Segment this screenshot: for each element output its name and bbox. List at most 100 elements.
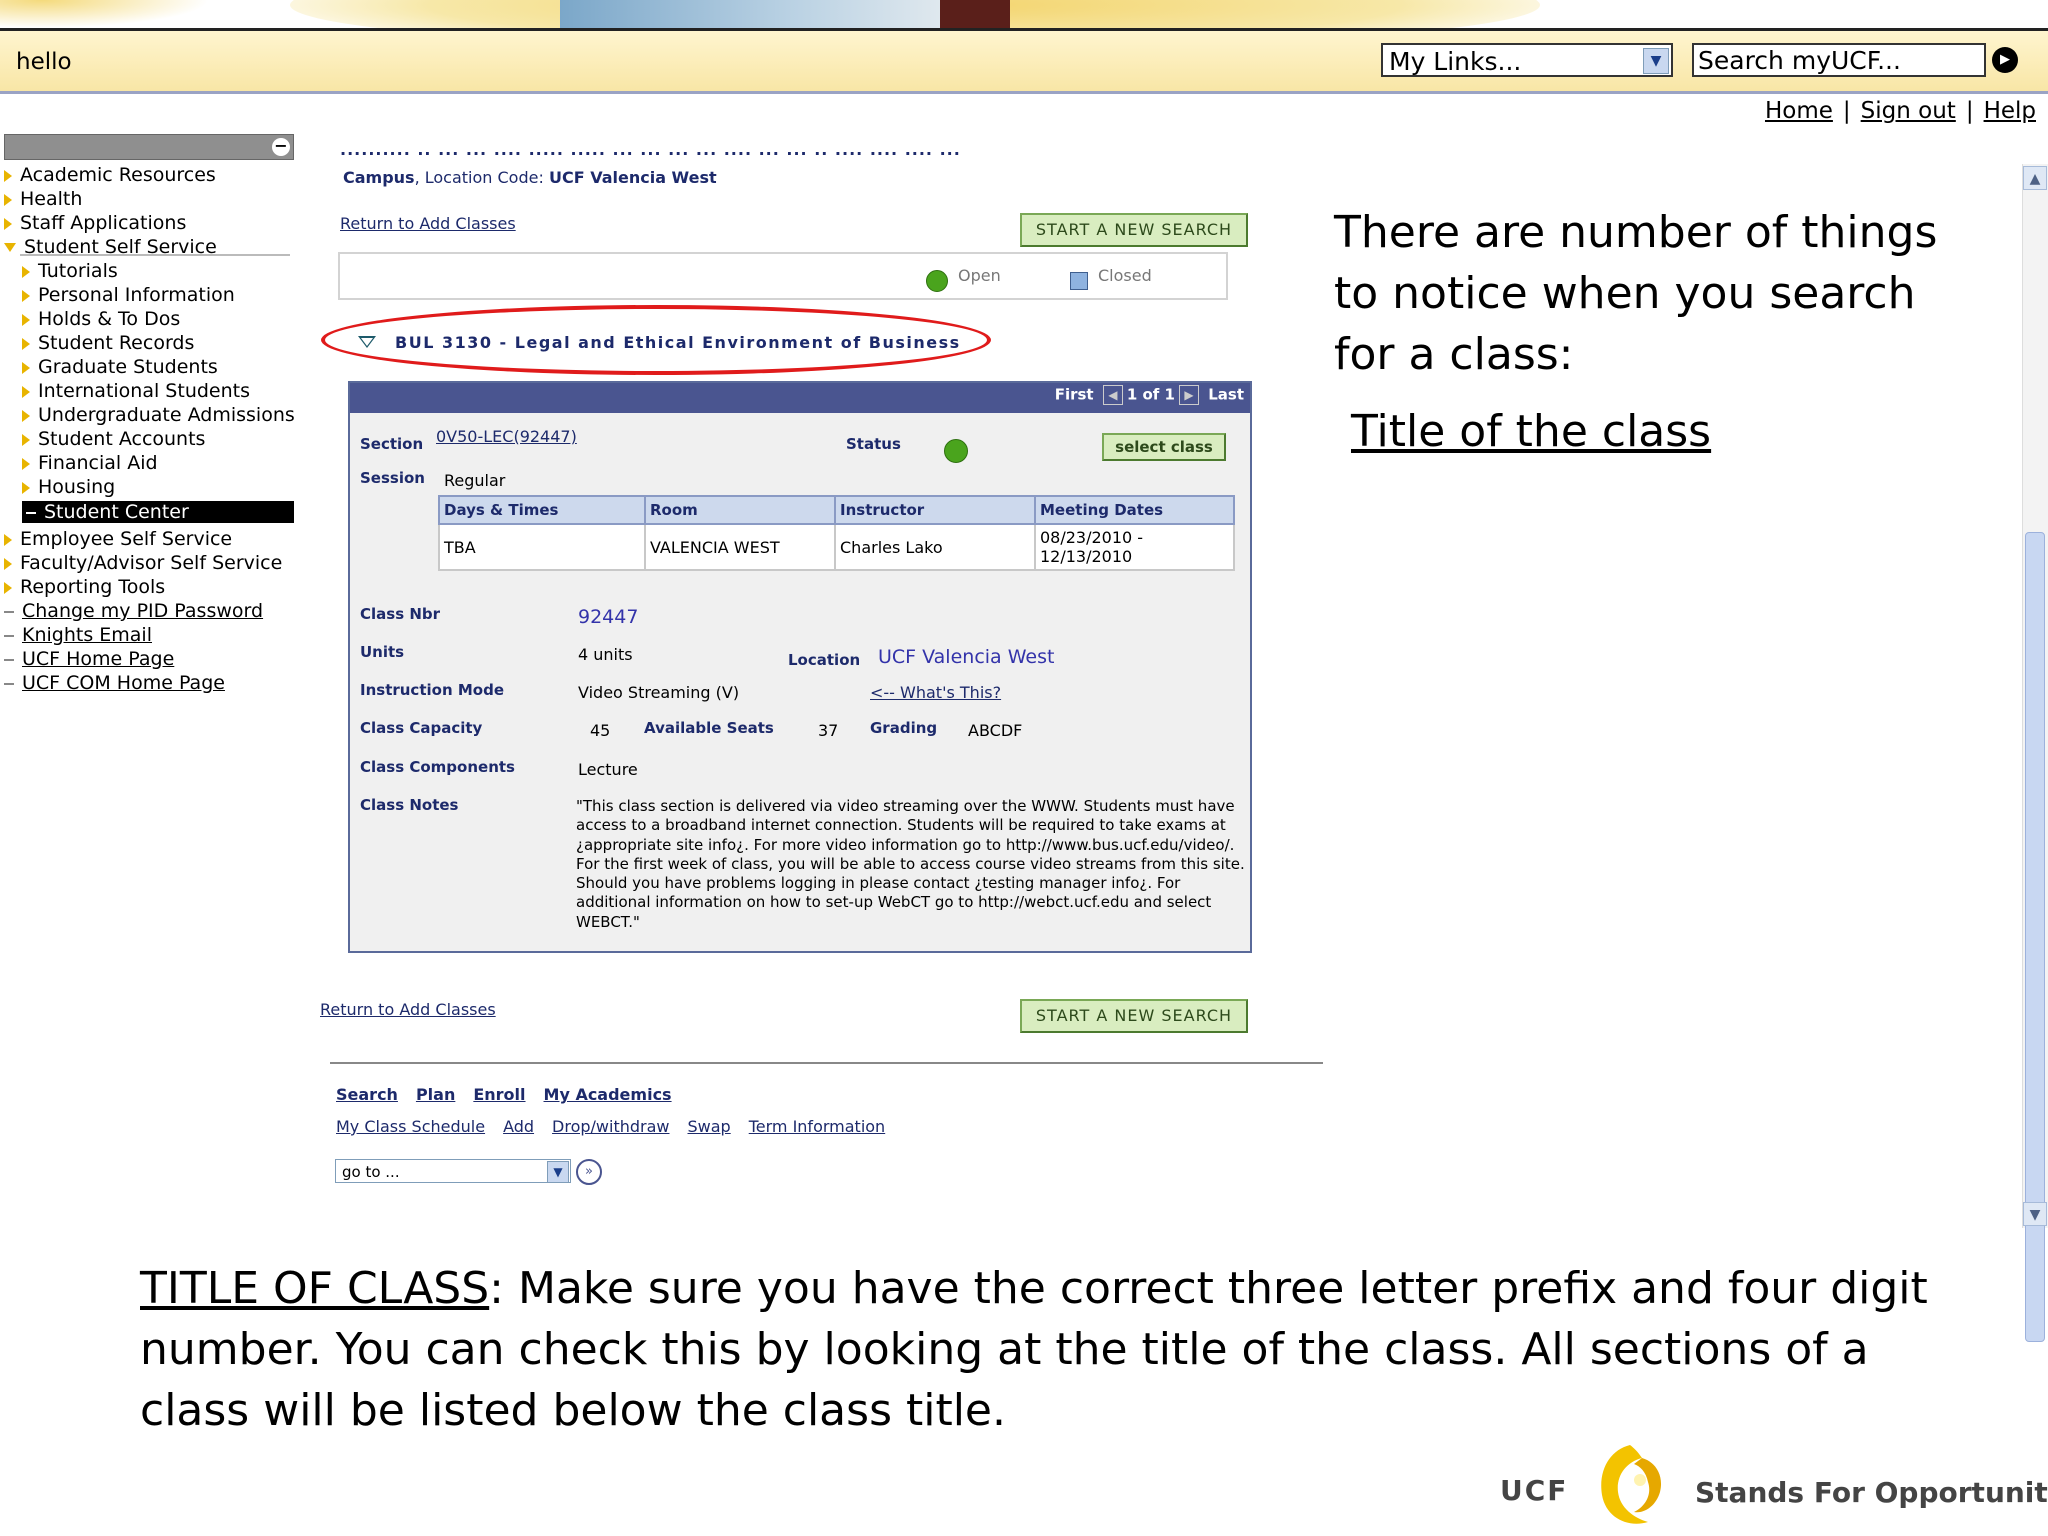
sidebar-item-label: Graduate Students <box>38 356 218 378</box>
dash-icon <box>4 634 14 637</box>
greeting: hello <box>16 49 72 75</box>
last-link[interactable]: Last <box>1208 386 1244 404</box>
dash-icon <box>4 682 14 685</box>
whats-this-link[interactable]: <-- What's This? <box>870 683 1001 702</box>
collapse-triangle-icon[interactable] <box>358 336 376 348</box>
annotation-title: Title of the class <box>1351 406 1712 457</box>
nav-drop-withdraw[interactable]: Drop/withdraw <box>552 1117 669 1136</box>
return-to-add-classes-link-bottom[interactable]: Return to Add Classes <box>320 1000 496 1019</box>
bullet-triangle-icon <box>22 265 30 278</box>
select-class-button[interactable]: select class <box>1102 433 1226 461</box>
sidebar-item[interactable]: Faculty/Advisor Self Service <box>4 552 282 574</box>
sidebar-item[interactable]: Personal Information <box>22 284 235 306</box>
sidebar-item[interactable]: Housing <box>22 476 115 498</box>
sidebar-item[interactable]: Student Center <box>22 501 294 523</box>
sidebar-item[interactable]: Academic Resources <box>4 164 216 186</box>
prev-icon[interactable]: ◀ <box>1102 385 1123 405</box>
bullet-triangle-icon <box>22 313 30 326</box>
next-icon[interactable]: ▶ <box>1178 385 1199 405</box>
bullet-triangle-icon <box>4 193 12 206</box>
chevron-down-icon[interactable]: ▼ <box>547 1161 569 1183</box>
sidebar-item-label: Holds & To Dos <box>38 308 181 330</box>
sidebar-item[interactable]: Student Accounts <box>22 428 205 450</box>
search-criteria: Campus, Location Code: UCF Valencia West <box>343 168 717 187</box>
bullet-triangle-icon <box>22 433 30 446</box>
return-to-add-classes-link[interactable]: Return to Add Classes <box>340 214 516 233</box>
chevron-down-icon[interactable]: ▼ <box>1643 48 1669 74</box>
bullet-triangle-icon <box>4 169 12 182</box>
minimize-icon[interactable]: − <box>272 138 290 156</box>
sidebar-item[interactable]: Financial Aid <box>22 452 158 474</box>
expanded-triangle-icon <box>4 243 16 252</box>
panel-header-bar: First ◀ 1 of 1 ▶ Last <box>350 383 1250 413</box>
bullet-triangle-icon <box>22 457 30 470</box>
sidebar-item-label: Student Records <box>38 332 195 354</box>
secondary-nav: My Class Schedule Add Drop/withdraw Swap Ter… <box>336 1117 903 1136</box>
section-link[interactable]: 0V50-LEC(92447) <box>436 427 577 446</box>
sidebar-item-label: UCF Home Page <box>22 648 175 670</box>
sidebar-item-label: Financial Aid <box>38 452 158 474</box>
sign-out-link[interactable]: Sign out <box>1861 98 1956 124</box>
goto-select[interactable]: go to ... ▼ <box>335 1159 571 1183</box>
dash-icon <box>4 658 14 661</box>
nav-my-academics[interactable]: My Academics <box>544 1085 672 1104</box>
nav-enroll[interactable]: Enroll <box>473 1085 525 1104</box>
nav-swap[interactable]: Swap <box>688 1117 731 1136</box>
ucf-tagline: Stands For Opportunity <box>1695 1476 2048 1509</box>
vertical-scrollbar[interactable]: ▲ ▼ <box>2022 164 2048 1342</box>
sidebar-item[interactable]: Reporting Tools <box>4 576 165 598</box>
nav-plan[interactable]: Plan <box>416 1085 455 1104</box>
sidebar-item[interactable]: Tutorials <box>22 260 118 282</box>
sidebar-item-label: Tutorials <box>38 260 118 282</box>
closed-status-icon <box>1070 272 1088 290</box>
scroll-up-icon[interactable]: ▲ <box>2023 166 2047 190</box>
nav-add[interactable]: Add <box>503 1117 534 1136</box>
annotation-text: There are number of things to notice whe… <box>1334 207 1938 380</box>
sidebar-item-label: Student Accounts <box>38 428 206 450</box>
search-input[interactable]: Search myUCF... <box>1692 43 1986 77</box>
help-link[interactable]: Help <box>1984 98 2036 124</box>
sidebar-item-label: Housing <box>38 476 116 498</box>
ucf-pegasus-logo-icon <box>1601 1445 1662 1524</box>
sidebar-item[interactable]: Holds & To Dos <box>22 308 180 330</box>
bullet-triangle-icon <box>4 557 12 570</box>
start-new-search-button[interactable]: START A NEW SEARCH <box>1020 213 1248 247</box>
sidebar-item-label: Staff Applications <box>20 212 187 234</box>
bullet-triangle-icon <box>22 289 30 302</box>
class-notes-text: "This class section is delivered via vid… <box>576 797 1245 931</box>
nav-my-class-schedule[interactable]: My Class Schedule <box>336 1117 485 1136</box>
bullet-triangle-icon <box>22 481 30 494</box>
first-link[interactable]: First <box>1055 386 1094 404</box>
sidebar-item[interactable]: International Students <box>22 380 250 402</box>
sidebar-item[interactable]: UCF COM Home Page <box>4 672 225 694</box>
sidebar-item-label: International Students <box>38 380 250 402</box>
start-new-search-button-bottom[interactable]: START A NEW SEARCH <box>1020 999 1248 1033</box>
goto-go-icon[interactable]: » <box>576 1159 602 1185</box>
sidebar-item[interactable]: UCF Home Page <box>4 648 174 670</box>
home-link[interactable]: Home <box>1765 98 1833 124</box>
bullet-triangle-icon <box>22 409 30 422</box>
scroll-down-icon[interactable]: ▼ <box>2023 1202 2047 1226</box>
bullet-triangle-icon <box>4 581 12 594</box>
nav-term-information[interactable]: Term Information <box>749 1117 885 1136</box>
sidebar-item[interactable]: Change my PID Password <box>4 600 263 622</box>
sidebar-item[interactable]: Undergraduate Admissions <box>22 404 295 426</box>
nav-search[interactable]: Search <box>336 1085 398 1104</box>
sidebar-item-label: Academic Resources <box>20 164 216 186</box>
sidebar-item-label: Knights Email <box>22 624 152 646</box>
top-banner-image <box>0 0 2048 28</box>
sidebar-item[interactable]: Graduate Students <box>22 356 218 378</box>
open-status-icon <box>944 439 968 463</box>
sidebar-item[interactable]: Student Records <box>22 332 194 354</box>
bullet-triangle-icon <box>22 337 30 350</box>
header-bar: hello My Links... ▼ Search myUCF... ▶ <box>0 28 2048 94</box>
divider <box>330 1062 1323 1064</box>
sidebar-item[interactable]: Employee Self Service <box>4 528 232 550</box>
sidebar-item[interactable]: Staff Applications <box>4 212 186 234</box>
top-links: Home | Sign out | Help <box>1764 98 2036 124</box>
my-links-dropdown[interactable]: My Links... ▼ <box>1381 43 1673 77</box>
search-go-icon[interactable]: ▶ <box>1992 47 2018 73</box>
sidebar-item[interactable]: Knights Email <box>4 624 152 646</box>
meeting-table: Days & Times Room Instructor Meeting Dat… <box>438 495 1235 571</box>
sidebar-item[interactable]: Health <box>4 188 82 210</box>
